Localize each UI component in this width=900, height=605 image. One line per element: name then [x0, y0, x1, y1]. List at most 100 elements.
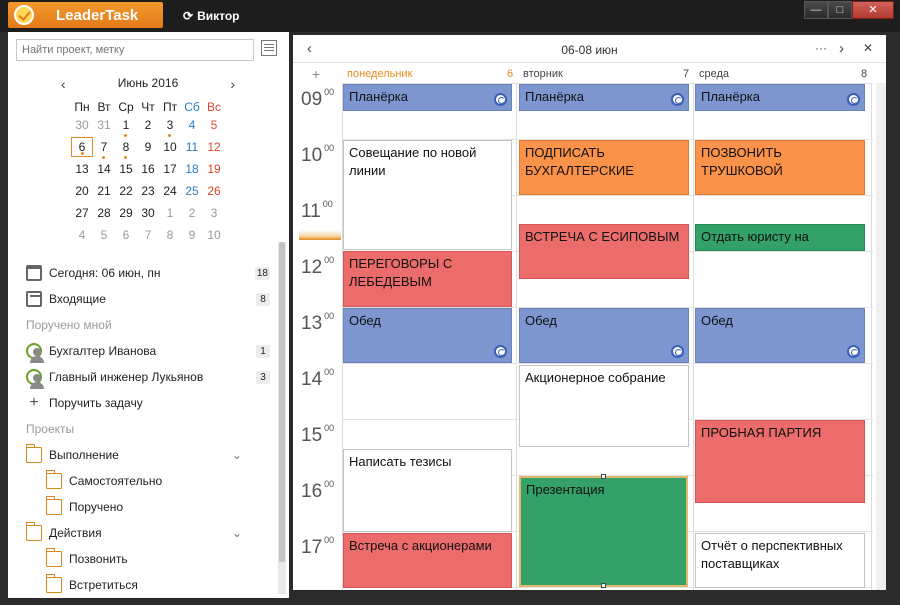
calendar-day[interactable]: 12	[203, 138, 225, 160]
calendar-day[interactable]: 2	[137, 116, 159, 138]
search-input[interactable]	[16, 39, 254, 61]
calendar-day[interactable]: 24	[159, 182, 181, 204]
weekday-label: Сб	[184, 100, 200, 114]
project-folder[interactable]: Поручено	[8, 494, 276, 520]
next-period-button[interactable]: ›	[839, 40, 844, 57]
calendar-day[interactable]: 23	[137, 182, 159, 204]
nav-person[interactable]: Бухгалтер Иванова 1	[8, 338, 276, 364]
calendar-day[interactable]: 13	[71, 160, 93, 182]
add-column-button[interactable]: +	[312, 66, 320, 82]
calendar-day-today[interactable]: 6	[71, 137, 93, 157]
chevron-down-icon[interactable]: ⌄	[232, 442, 242, 468]
calendar-day[interactable]: 3	[203, 204, 225, 226]
calendar-day[interactable]: 30	[71, 116, 93, 138]
resize-handle-top[interactable]	[601, 474, 606, 479]
calendar-day[interactable]: 22	[115, 182, 137, 204]
more-icon[interactable]: ···	[815, 41, 827, 55]
minimize-button[interactable]: —	[804, 1, 828, 19]
calendar-day[interactable]: 11	[181, 138, 203, 160]
event-card[interactable]: Обед	[343, 308, 512, 363]
calendar-day[interactable]: 29	[115, 204, 137, 226]
close-icon[interactable]: ✕	[863, 41, 873, 55]
calendar-day[interactable]: 2	[181, 204, 203, 226]
event-card[interactable]: Встреча с акционерами	[343, 533, 512, 588]
project-folder[interactable]: Позвонить	[8, 546, 276, 572]
calendar-day[interactable]: 8	[115, 138, 137, 160]
project-folder[interactable]: Действия ⌄	[8, 520, 276, 546]
calendar-day[interactable]: 15	[115, 160, 137, 182]
calendar-day[interactable]: 1	[159, 204, 181, 226]
calendar-day[interactable]: 30	[137, 204, 159, 226]
calendar-day[interactable]: 5	[93, 226, 115, 248]
calendar-day[interactable]: 5	[203, 116, 225, 138]
calendar-day[interactable]: 21	[93, 182, 115, 204]
event-card[interactable]: Совещание по новой линии	[343, 140, 512, 250]
event-card[interactable]: ПОЗВОНИТЬ ТРУШКОВОЙ	[695, 140, 865, 195]
nav-inbox[interactable]: Входящие 8	[8, 286, 276, 312]
next-month-button[interactable]: ›	[230, 76, 235, 92]
minute-value: 00	[322, 199, 333, 209]
event-card[interactable]: Отдать юристу на	[695, 224, 865, 251]
calendar-day[interactable]: 4	[181, 116, 203, 138]
calendar-day[interactable]: 16	[137, 160, 159, 182]
event-card[interactable]: Планёрка	[519, 84, 689, 111]
calendar-day[interactable]: 18	[181, 160, 203, 182]
scroll-thumb[interactable]	[279, 242, 285, 562]
nav-person[interactable]: Главный инженер Лукьянов 3	[8, 364, 276, 390]
calendar-day[interactable]: 9	[137, 138, 159, 160]
calendar-day[interactable]: 9	[181, 226, 203, 248]
event-card[interactable]: Обед	[695, 308, 865, 363]
calendar-day[interactable]: 26	[203, 182, 225, 204]
project-folder[interactable]: Выполнение ⌄	[8, 442, 276, 468]
calendar-day[interactable]: 31	[93, 116, 115, 138]
calendar-day[interactable]: 10	[203, 226, 225, 248]
navigation-list: Сегодня: 06 июн, пн 18 Входящие 8 Поруче…	[8, 260, 276, 598]
calendar-day[interactable]: 4	[71, 226, 93, 248]
maximize-button[interactable]: □	[828, 1, 852, 19]
calendar-day[interactable]: 3	[159, 116, 181, 138]
calendar-day[interactable]: 1	[115, 116, 137, 138]
nav-today[interactable]: Сегодня: 06 июн, пн 18	[8, 260, 276, 286]
event-card[interactable]: ПЕРЕГОВОРЫ С ЛЕБЕДЕВЫМ	[343, 251, 512, 307]
user-switch[interactable]: ⟳ Виктор	[183, 9, 240, 23]
event-card[interactable]: ПРОБНАЯ ПАРТИЯ	[695, 420, 865, 503]
assign-task-button[interactable]: + Поручить задачу	[8, 390, 276, 416]
hour-label: 16 00	[301, 479, 334, 503]
calendar-day[interactable]: 25	[181, 182, 203, 204]
project-folder[interactable]: Встретиться	[8, 572, 276, 598]
app-logo[interactable]: LeaderTask	[8, 2, 163, 28]
event-card[interactable]: Планёрка	[343, 84, 512, 111]
calendar-day[interactable]: 27	[71, 204, 93, 226]
calendar-day[interactable]: 19	[203, 160, 225, 182]
chevron-down-icon[interactable]: ⌄	[232, 520, 242, 546]
calendar-day[interactable]: 17	[159, 160, 181, 182]
resize-handle-bottom[interactable]	[601, 583, 606, 588]
event-title: ПРОБНАЯ ПАРТИЯ	[701, 425, 822, 440]
person-label: Главный инженер Лукьянов	[49, 370, 204, 384]
left-scrollbar[interactable]	[278, 242, 286, 594]
event-card[interactable]: Акционерное собрание	[519, 365, 689, 447]
event-card[interactable]: Обед	[519, 308, 689, 363]
project-folder[interactable]: Самостоятельно	[8, 468, 276, 494]
event-card[interactable]: Написать тезисы	[343, 449, 512, 532]
calendar-day[interactable]: 10	[159, 138, 181, 160]
calendar-day[interactable]: 7	[93, 138, 115, 160]
filter-icon[interactable]	[261, 40, 277, 56]
event-card[interactable]: ПОДПИСАТЬ БУХГАЛТЕРСКИЕ	[519, 140, 689, 195]
calendar-day[interactable]: 6	[115, 226, 137, 248]
week-view-scrollbar[interactable]	[876, 83, 886, 590]
close-window-button[interactable]: ✕	[852, 1, 894, 19]
calendar-day[interactable]: 7	[137, 226, 159, 248]
calendar-day[interactable]: 20	[71, 182, 93, 204]
calendar-day[interactable]: 14	[93, 160, 115, 182]
repeat-icon	[847, 345, 860, 358]
event-card[interactable]: Планёрка	[695, 84, 865, 111]
calendar-day[interactable]: 8	[159, 226, 181, 248]
event-card-selected[interactable]: Презентация	[519, 476, 688, 587]
event-card[interactable]: Отчёт о перспективных поставщиках	[695, 533, 865, 588]
hour-value: 12	[301, 257, 323, 278]
calendar-day[interactable]: 28	[93, 204, 115, 226]
event-card[interactable]: ВСТРЕЧА С ЕСИПОВЫМ	[519, 224, 689, 279]
day-name: среда	[699, 68, 730, 80]
count-badge: 18	[254, 267, 270, 280]
